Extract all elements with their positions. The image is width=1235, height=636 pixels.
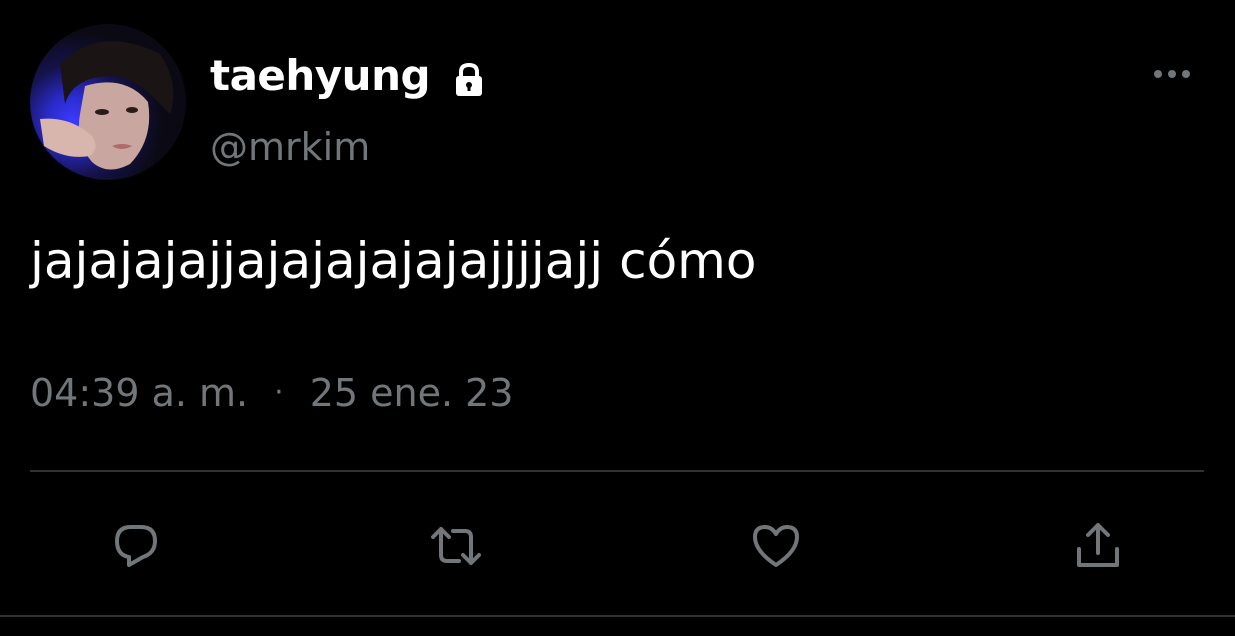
avatar[interactable] [30, 24, 186, 180]
lock-icon [450, 57, 488, 96]
heart-icon [753, 525, 799, 567]
display-name-text: taehyung [210, 51, 431, 100]
tweet-card: taehyung @mrkim jajajajajjajajajajajajjj… [0, 0, 1235, 636]
tweet-date[interactable]: 25 ene. 23 [310, 366, 514, 420]
tweet-text: jajajajajjajajajajajajjjjajj cómo [30, 232, 757, 290]
display-name[interactable]: taehyung [210, 48, 488, 104]
tweet-meta: 04:39 a. m. · 25 ene. 23 [30, 366, 513, 420]
share-button[interactable] [1068, 516, 1128, 576]
user-handle[interactable]: @mrkim [210, 122, 370, 172]
divider [30, 470, 1204, 472]
avatar-photo [40, 41, 174, 170]
share-icon [1077, 523, 1119, 567]
retweet-button[interactable] [426, 516, 486, 576]
tweet-time[interactable]: 04:39 a. m. [30, 366, 248, 420]
retweet-icon [431, 527, 481, 565]
reply-icon [115, 525, 157, 567]
bottom-divider [0, 615, 1235, 617]
meta-separator: · [274, 375, 284, 410]
reply-button[interactable] [106, 516, 166, 576]
more-icon[interactable] [1150, 60, 1194, 88]
like-button[interactable] [746, 516, 806, 576]
